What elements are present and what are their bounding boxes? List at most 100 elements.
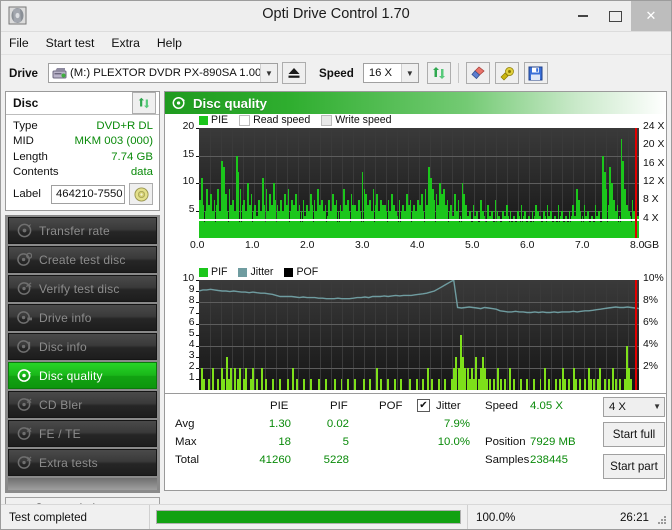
disc-panel-header: Disc: [6, 92, 159, 115]
stats-row-total: Total: [175, 454, 200, 466]
y-axis-tickmark: [196, 357, 199, 358]
y-axis-tick: 2: [188, 361, 195, 372]
y2-axis-tick: 4%: [643, 339, 659, 350]
menu-item-help[interactable]: Help: [157, 36, 182, 50]
app-window: Opti Drive Control 1.70 ✕ File Start tes…: [0, 0, 672, 530]
disc-label-row: Label 464210-7550: [13, 183, 153, 205]
legend-label: POF: [296, 266, 319, 278]
progress-percent: 100.0%: [476, 510, 516, 524]
samples-stat-label: Samples: [485, 454, 530, 466]
drive-select-value: (M:) PLEXTOR DVDR PX-890SA 1.00: [70, 67, 262, 79]
y-axis-tick: 9: [188, 284, 195, 295]
left-sidebar: Disc Type DVD+R DL MID MKM 003 (000) Len…: [5, 91, 160, 519]
speed-stat-value: 4.05 X: [530, 400, 563, 412]
disc-refresh-button[interactable]: [132, 92, 156, 114]
disc-row-value: data: [130, 166, 153, 179]
disc-test-icon: [13, 223, 35, 238]
progress-fill: [157, 511, 460, 523]
read-speed-line: [199, 219, 639, 221]
panel-title: Disc quality: [193, 95, 268, 111]
title-bar: Opti Drive Control 1.70 ✕: [1, 1, 671, 32]
pie-chart: PIE Read speed Write speed 20 15 10 5 24 X 20 X…: [165, 114, 672, 266]
legend-label: Jitter: [250, 266, 274, 278]
sidebar-item-create-test-disc[interactable]: Create test disc: [8, 246, 157, 273]
menu-item-start-test[interactable]: Start test: [46, 36, 95, 50]
x-axis-tick: 6.0: [520, 240, 535, 251]
sidebar-item-label: Drive info: [39, 310, 92, 325]
test-speed-select[interactable]: 4 X ▼: [603, 397, 665, 417]
plot-canvas: [199, 128, 639, 238]
fe-te-icon: [13, 426, 35, 441]
sidebar-item-transfer-rate[interactable]: Transfer rate: [8, 217, 157, 244]
stats-row-avg: Avg: [175, 418, 195, 430]
disc-row-length: Length 7.74 GB: [13, 149, 153, 165]
maximize-icon: [608, 10, 622, 22]
disc-label-button[interactable]: [129, 183, 153, 205]
x-axis-tick: 8.0: [630, 240, 645, 251]
speed-stat-label: Speed: [485, 400, 518, 412]
x-axis-tick: 5.0: [465, 240, 480, 251]
baseline-fill: [199, 221, 639, 238]
sidebar-item-disc-quality[interactable]: Disc quality: [8, 362, 157, 389]
y-axis-tickmark: [196, 335, 199, 336]
save-button[interactable]: [523, 62, 548, 84]
eject-icon: [288, 68, 300, 78]
y-axis-tickmark: [196, 368, 199, 369]
menu-item-extra[interactable]: Extra: [111, 36, 139, 50]
maximize-button[interactable]: [599, 1, 631, 31]
sidebar-item-extra-tests[interactable]: Extra tests: [8, 449, 157, 476]
disc-label-input[interactable]: 464210-7550: [51, 184, 125, 204]
settings-button[interactable]: [494, 62, 519, 84]
stats-jitter-avg: 7.9%: [444, 418, 470, 430]
start-part-button[interactable]: Start part: [603, 454, 665, 479]
legend-swatch: [239, 114, 251, 126]
refresh-button[interactable]: [426, 62, 451, 84]
panel-header: Disc quality: [165, 92, 666, 114]
cd-bler-icon: [13, 397, 35, 412]
eject-button[interactable]: [282, 62, 307, 84]
sidebar-item-label: Transfer rate: [39, 223, 110, 238]
x-axis-tick: 2.0: [300, 240, 315, 251]
plot-canvas: [199, 280, 639, 390]
sidebar-item-verify-test-disc[interactable]: Verify test disc: [8, 275, 157, 302]
menu-item-file[interactable]: File: [9, 36, 29, 50]
y-axis-tick: 5: [188, 203, 195, 215]
sidebar-item-fe-te[interactable]: FE / TE: [8, 420, 157, 447]
y-axis-tickmark: [196, 155, 199, 157]
y-axis-tickmark: [196, 379, 199, 380]
y-axis-tick: 6: [188, 317, 195, 328]
sidebar-item-cd-bler[interactable]: CD Bler: [8, 391, 157, 418]
y2-axis-tick: 8 X: [643, 194, 659, 206]
window-controls: ✕: [567, 1, 671, 31]
legend-label: PIE: [211, 114, 229, 126]
disc-row-value: 7.74 GB: [111, 150, 153, 163]
minimize-button[interactable]: [567, 1, 599, 31]
y-axis-tick: 15: [182, 148, 195, 160]
disc-info-icon: [13, 339, 35, 354]
x-axis-tick: 1.0: [245, 240, 260, 251]
position-stat-value: 7929 MB: [530, 436, 576, 448]
erase-button[interactable]: [465, 62, 490, 84]
resize-grip-icon[interactable]: [656, 514, 668, 526]
y-axis-tickmark: [196, 210, 199, 212]
sidebar-item-drive-info[interactable]: Drive info: [8, 304, 157, 331]
status-bar: Test completed 100.0% 26:21: [1, 504, 671, 529]
test-speed-value: 4 X: [609, 401, 626, 413]
drive-select[interactable]: (M:) PLEXTOR DVDR PX-890SA 1.00 ▼: [48, 63, 279, 83]
status-divider: [149, 505, 150, 529]
pif-chart-legend: PIF Jitter POF: [199, 266, 329, 278]
y-axis-tick: 20: [182, 121, 195, 132]
disc-quality-icon: [172, 97, 186, 109]
speed-select[interactable]: 16 X ▼: [362, 63, 419, 83]
start-full-button[interactable]: Start full: [603, 422, 665, 447]
disc-row-value: MKM 003 (000): [74, 135, 154, 148]
sidebar-item-label: Disc quality: [39, 368, 103, 383]
legend-swatch: [284, 267, 294, 277]
drive-icon: [52, 67, 67, 78]
sidebar-item-disc-info[interactable]: Disc info: [8, 333, 157, 360]
disc-row-key: MID: [13, 135, 34, 148]
y2-axis-tick: 12 X: [643, 176, 665, 187]
close-button[interactable]: ✕: [631, 1, 671, 31]
grid-line-horizontal: [199, 156, 639, 157]
jitter-checkbox[interactable]: ✔: [417, 399, 430, 412]
